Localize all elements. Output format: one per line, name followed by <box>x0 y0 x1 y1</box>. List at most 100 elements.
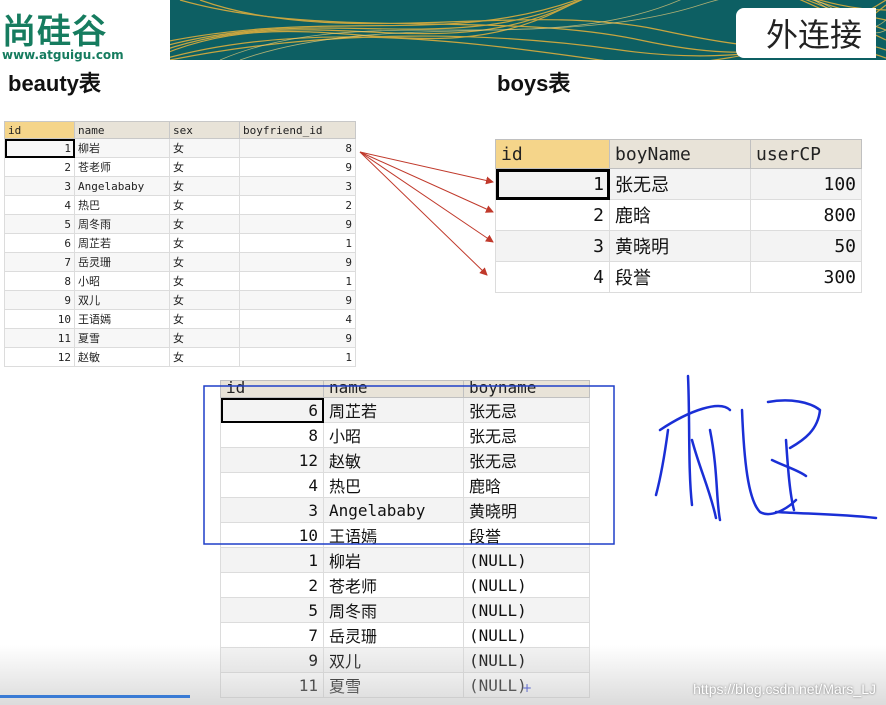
cell-usercp[interactable]: 300 <box>750 261 862 293</box>
table-row[interactable]: 2 鹿晗 800 <box>495 199 862 231</box>
cell-sex[interactable]: 女 <box>169 309 240 329</box>
cell-name[interactable]: Angelababy <box>323 497 464 523</box>
cell-name[interactable]: 苍老师 <box>74 157 170 177</box>
cell-id[interactable]: 7 <box>220 622 324 648</box>
cell-boyfriend-id[interactable]: 9 <box>239 328 356 348</box>
cell-name[interactable]: 双儿 <box>323 647 464 673</box>
cell-boyname[interactable]: (NULL) <box>463 672 590 698</box>
column-header-boyfriend-id[interactable]: boyfriend_id <box>239 121 356 139</box>
table-row[interactable]: 11 夏雪女 9 <box>4 328 356 348</box>
cell-id[interactable]: 10 <box>220 522 324 548</box>
table-row[interactable]: 6 周芷若 张无忌 <box>220 397 590 423</box>
cell-name[interactable]: 周冬雨 <box>74 214 170 234</box>
table-row[interactable]: 10 王语嫣 段誉 <box>220 522 590 548</box>
cell-id[interactable]: 5 <box>220 597 324 623</box>
column-header-boyname[interactable]: boyname <box>463 380 590 398</box>
cell-name[interactable]: 岳灵珊 <box>74 252 170 272</box>
cell-id[interactable]: 4 <box>220 472 324 498</box>
cell-name[interactable]: 小昭 <box>74 271 170 291</box>
cell-name[interactable]: 苍老师 <box>323 572 464 598</box>
cell-sex[interactable]: 女 <box>169 328 240 348</box>
table-row[interactable]: 7 岳灵珊 (NULL) <box>220 622 590 648</box>
cell-boyname[interactable]: 鹿晗 <box>609 199 751 231</box>
column-header-boyname[interactable]: boyName <box>609 139 751 169</box>
cell-id[interactable]: 2 <box>4 157 75 177</box>
cell-id[interactable]: 12 <box>220 447 324 473</box>
cell-usercp[interactable]: 800 <box>750 199 862 231</box>
cell-sex[interactable]: 女 <box>169 271 240 291</box>
table-row[interactable]: 5 周冬雨 (NULL) <box>220 597 590 623</box>
cell-name[interactable]: Angelababy <box>74 176 170 196</box>
cell-id[interactable]: 8 <box>4 271 75 291</box>
cell-sex[interactable]: 女 <box>169 347 240 367</box>
table-row[interactable]: 3 黄晓明 50 <box>495 230 862 262</box>
cell-name[interactable]: 夏雪 <box>323 672 464 698</box>
cell-boyname[interactable]: 张无忌 <box>463 422 590 448</box>
cell-id[interactable]: 2 <box>495 199 610 231</box>
cell-name[interactable]: 小昭 <box>323 422 464 448</box>
cell-boyname[interactable]: 鹿晗 <box>463 472 590 498</box>
cell-name[interactable]: 柳岩 <box>74 138 170 158</box>
cell-id[interactable]: 11 <box>4 328 75 348</box>
column-header-name[interactable]: name <box>323 380 464 398</box>
cell-name[interactable]: 热巴 <box>74 195 170 215</box>
cell-sex[interactable]: 女 <box>169 195 240 215</box>
cell-name[interactable]: 周芷若 <box>74 233 170 253</box>
column-header-sex[interactable]: sex <box>169 121 240 139</box>
table-row[interactable]: 11 夏雪 (NULL) <box>220 672 590 698</box>
cell-boyfriend-id[interactable]: 8 <box>239 138 356 158</box>
cell-boyname[interactable]: 黄晓明 <box>609 230 751 262</box>
column-header-id[interactable]: id <box>495 139 610 169</box>
cell-id[interactable]: 12 <box>4 347 75 367</box>
table-row[interactable]: 8 小昭 张无忌 <box>220 422 590 448</box>
table-row[interactable]: 4 热巴 鹿晗 <box>220 472 590 498</box>
cell-name[interactable]: 赵敏 <box>323 447 464 473</box>
cell-name[interactable]: 热巴 <box>323 472 464 498</box>
cell-boyname[interactable]: 张无忌 <box>463 447 590 473</box>
cell-boyname[interactable]: (NULL) <box>463 647 590 673</box>
cell-id[interactable]: 1 <box>220 547 324 573</box>
cell-id[interactable]: 5 <box>4 214 75 234</box>
cell-boyfriend-id[interactable]: 9 <box>239 252 356 272</box>
table-row[interactable]: 8 小昭女 1 <box>4 271 356 291</box>
column-header-name[interactable]: name <box>74 121 170 139</box>
cell-boyfriend-id[interactable]: 1 <box>239 233 356 253</box>
cell-id[interactable]: 10 <box>4 309 75 329</box>
cell-sex[interactable]: 女 <box>169 252 240 272</box>
cell-id[interactable]: 6 <box>220 397 324 423</box>
cell-boyname[interactable]: 段誉 <box>463 522 590 548</box>
cell-boyfriend-id[interactable]: 2 <box>239 195 356 215</box>
cell-boyfriend-id[interactable]: 3 <box>239 176 356 196</box>
cell-boyname[interactable]: (NULL) <box>463 572 590 598</box>
table-row[interactable]: 2 苍老师女 9 <box>4 157 356 177</box>
cell-id[interactable]: 9 <box>220 647 324 673</box>
table-row[interactable]: 1 张无忌 100 <box>495 168 862 200</box>
cell-id[interactable]: 2 <box>220 572 324 598</box>
cell-id[interactable]: 6 <box>4 233 75 253</box>
cell-boyname[interactable]: 段誉 <box>609 261 751 293</box>
table-row[interactable]: 12 赵敏 张无忌 <box>220 447 590 473</box>
table-row[interactable]: 9 双儿 (NULL) <box>220 647 590 673</box>
cell-name[interactable]: 柳岩 <box>323 547 464 573</box>
cell-id[interactable]: 7 <box>4 252 75 272</box>
cell-id[interactable]: 1 <box>4 138 75 158</box>
cell-name[interactable]: 王语嫣 <box>74 309 170 329</box>
table-row[interactable]: 6 周芷若女 1 <box>4 233 356 253</box>
cell-name[interactable]: 周芷若 <box>323 397 464 423</box>
cell-boyname[interactable]: 张无忌 <box>463 397 590 423</box>
cell-boyfriend-id[interactable]: 4 <box>239 309 356 329</box>
cell-id[interactable]: 1 <box>495 168 610 200</box>
cell-sex[interactable]: 女 <box>169 290 240 310</box>
table-row[interactable]: 3 Angelababy 黄晓明 <box>220 497 590 523</box>
cell-id[interactable]: 3 <box>4 176 75 196</box>
table-row[interactable]: 7 岳灵珊女 9 <box>4 252 356 272</box>
cell-id[interactable]: 9 <box>4 290 75 310</box>
column-header-id[interactable]: id <box>220 380 324 398</box>
video-progress-bar[interactable] <box>0 695 191 698</box>
cell-sex[interactable]: 女 <box>169 214 240 234</box>
cell-boyfriend-id[interactable]: 9 <box>239 290 356 310</box>
table-row[interactable]: 1 柳岩女 8 <box>4 138 356 158</box>
cell-name[interactable]: 王语嫣 <box>323 522 464 548</box>
cell-id[interactable]: 8 <box>220 422 324 448</box>
cell-boyname[interactable]: (NULL) <box>463 597 590 623</box>
